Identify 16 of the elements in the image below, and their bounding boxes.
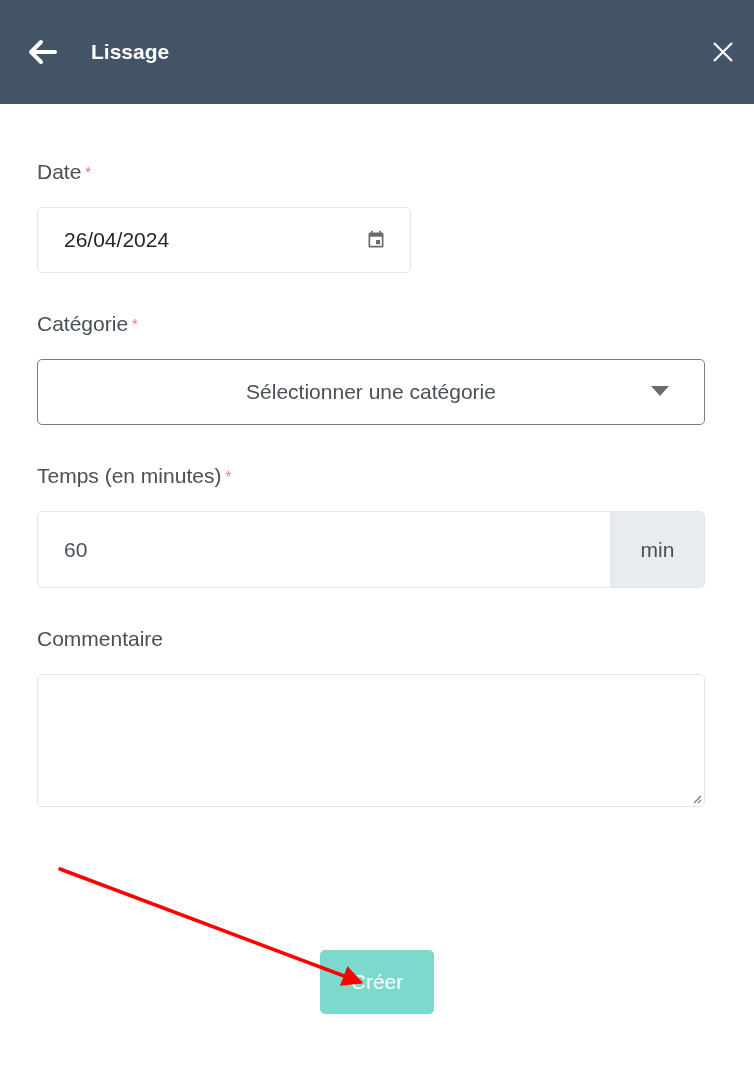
minutes-input[interactable]: 60 min [37,511,705,588]
calendar-icon [366,230,386,250]
date-field[interactable]: 26/04/2024 [37,207,411,273]
close-icon[interactable] [712,41,734,63]
page-title: Lissage [91,40,171,64]
field-label: Temps (en minutes) [37,464,222,487]
field-label: Date [37,160,82,183]
unit-addon: min [610,512,704,587]
required-asterisk: * [225,467,232,484]
caret-icon [651,386,669,396]
required-asterisk: * [85,163,92,180]
resize-grip-icon [692,794,702,804]
category-select[interactable]: Sélectionner une catégorie [37,359,705,425]
required-asterisk: * [132,315,138,332]
field-label: Commentaire [37,627,164,650]
field-label: Catégorie [37,312,129,335]
